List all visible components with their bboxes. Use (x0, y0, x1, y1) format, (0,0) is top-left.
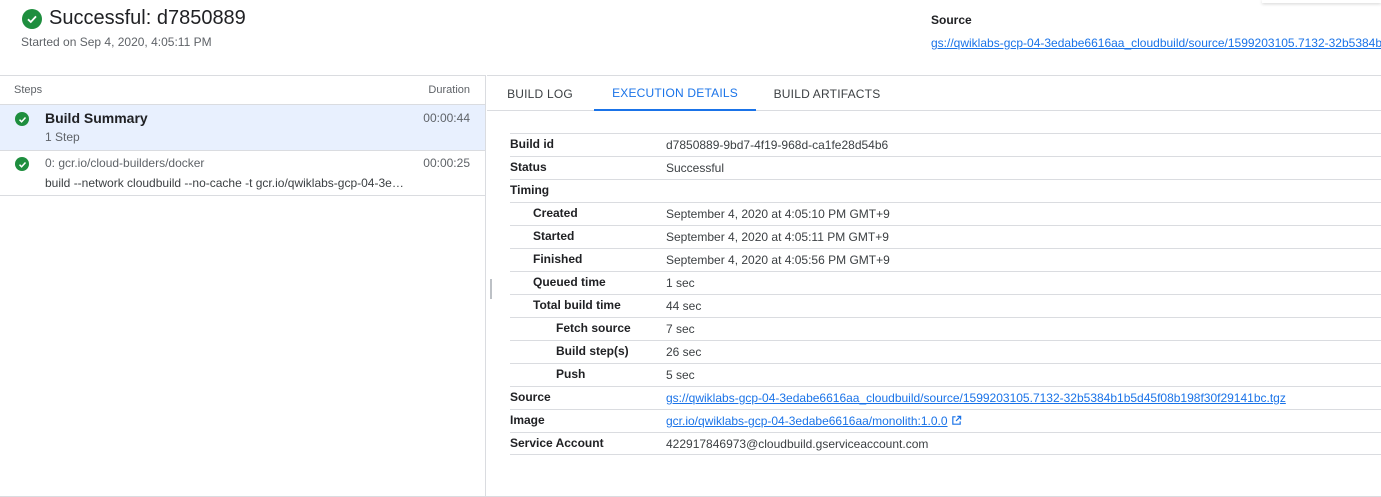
detail-row-build-id: Build id d7850889-9bd7-4f19-968d-ca1fe28… (510, 133, 1381, 156)
check-circle-icon (15, 112, 29, 126)
step-subtitle: 1 Step (45, 130, 80, 144)
detail-key: Total build time (533, 298, 621, 312)
detail-key: Push (556, 367, 586, 381)
steps-header: Steps Duration (0, 76, 485, 105)
detail-key: Service Account (510, 436, 604, 450)
page-title: Successful: d7850889 (49, 7, 246, 29)
step-duration: 00:00:25 (423, 156, 470, 170)
detail-key: Source (510, 390, 551, 404)
detail-value: September 4, 2020 at 4:05:11 PM GMT+9 (666, 230, 889, 244)
execution-details-table: Build id d7850889-9bd7-4f19-968d-ca1fe28… (510, 133, 1381, 455)
steps-column-label: Steps (14, 84, 43, 96)
start-time: Started on Sep 4, 2020, 4:05:11 PM (21, 35, 212, 49)
detail-value: d7850889-9bd7-4f19-968d-ca1fe28d54b6 (666, 138, 889, 152)
build-header: Successful: d7850889 Started on Sep 4, 2… (0, 0, 1381, 76)
detail-row-started: Started September 4, 2020 at 4:05:11 PM … (510, 225, 1381, 248)
step-title: Build Summary (45, 110, 148, 126)
step-subtitle: build --network cloudbuild --no-cache -t… (45, 176, 405, 190)
detail-value: 422917846973@cloudbuild.gserviceaccount.… (666, 437, 929, 451)
check-circle-icon (22, 8, 42, 29)
panel-resize-handle[interactable] (490, 279, 492, 299)
detail-key: Finished (533, 252, 583, 266)
source-link[interactable]: gs://qwiklabs-gcp-04-3edabe6616aa_cloudb… (666, 391, 1286, 405)
detail-key: Created (533, 206, 578, 220)
duration-column-label: Duration (428, 84, 470, 96)
detail-value: 1 sec (666, 276, 695, 290)
detail-row-build-steps: Build step(s) 26 sec (510, 340, 1381, 363)
detail-value: 7 sec (666, 322, 695, 336)
detail-key: Queued time (533, 275, 606, 289)
title-row: Successful: d7850889 (22, 7, 246, 30)
detail-key: Build step(s) (556, 344, 629, 358)
step-title: 0: gcr.io/cloud-builders/docker (45, 156, 205, 170)
detail-value: 44 sec (666, 299, 702, 313)
source-label: Source (931, 13, 972, 27)
detail-row-queued-time: Queued time 1 sec (510, 271, 1381, 294)
detail-row-push: Push 5 sec (510, 363, 1381, 386)
detail-row-finished: Finished September 4, 2020 at 4:05:56 PM… (510, 248, 1381, 271)
detail-key: Image (510, 413, 545, 427)
detail-value: September 4, 2020 at 4:05:10 PM GMT+9 (666, 207, 890, 221)
detail-row-created: Created September 4, 2020 at 4:05:10 PM … (510, 202, 1381, 225)
detail-row-fetch-source: Fetch source 7 sec (510, 317, 1381, 340)
detail-row-source: Source gs://qwiklabs-gcp-04-3edabe6616aa… (510, 386, 1381, 409)
detail-value: 26 sec (666, 345, 702, 359)
detail-row-image: Image gcr.io/qwiklabs-gcp-04-3edabe6616a… (510, 409, 1381, 432)
detail-key: Status (510, 160, 547, 174)
tab-build-log[interactable]: BUILD LOG (497, 76, 583, 111)
details-tabs: BUILD LOG EXECUTION DETAILS BUILD ARTIFA… (487, 75, 1381, 111)
detail-row-status: Status Successful (510, 156, 1381, 179)
detail-key: Build id (510, 137, 554, 151)
detail-key: Fetch source (556, 321, 631, 335)
top-right-panel-edge (1262, 0, 1381, 3)
step-build-summary[interactable]: Build Summary 1 Step 00:00:44 (0, 105, 485, 151)
detail-row-total-build-time: Total build time 44 sec (510, 294, 1381, 317)
image-link-wrap: gcr.io/qwiklabs-gcp-04-3edabe6616aa/mono… (666, 414, 962, 429)
detail-row-timing: Timing (510, 179, 1381, 202)
step-duration: 00:00:44 (423, 111, 470, 125)
steps-panel: Steps Duration Build Summary 1 Step 00:0… (0, 75, 486, 497)
detail-row-service-account: Service Account 422917846973@cloudbuild.… (510, 432, 1381, 455)
check-circle-icon (15, 157, 29, 171)
source-link[interactable]: gs://qwiklabs-gcp-04-3edabe6616aa_cloudb… (931, 36, 1381, 50)
detail-value: 5 sec (666, 368, 695, 382)
tab-build-artifacts[interactable]: BUILD ARTIFACTS (767, 76, 887, 111)
detail-key: Timing (510, 183, 550, 197)
open-in-new-icon[interactable] (951, 415, 962, 429)
detail-value: September 4, 2020 at 4:05:56 PM GMT+9 (666, 253, 890, 267)
image-link[interactable]: gcr.io/qwiklabs-gcp-04-3edabe6616aa/mono… (666, 414, 948, 428)
detail-value: Successful (666, 161, 725, 175)
tab-execution-details[interactable]: EXECUTION DETAILS (594, 76, 756, 111)
detail-key: Started (533, 229, 575, 243)
step-docker[interactable]: 0: gcr.io/cloud-builders/docker build --… (0, 151, 485, 196)
